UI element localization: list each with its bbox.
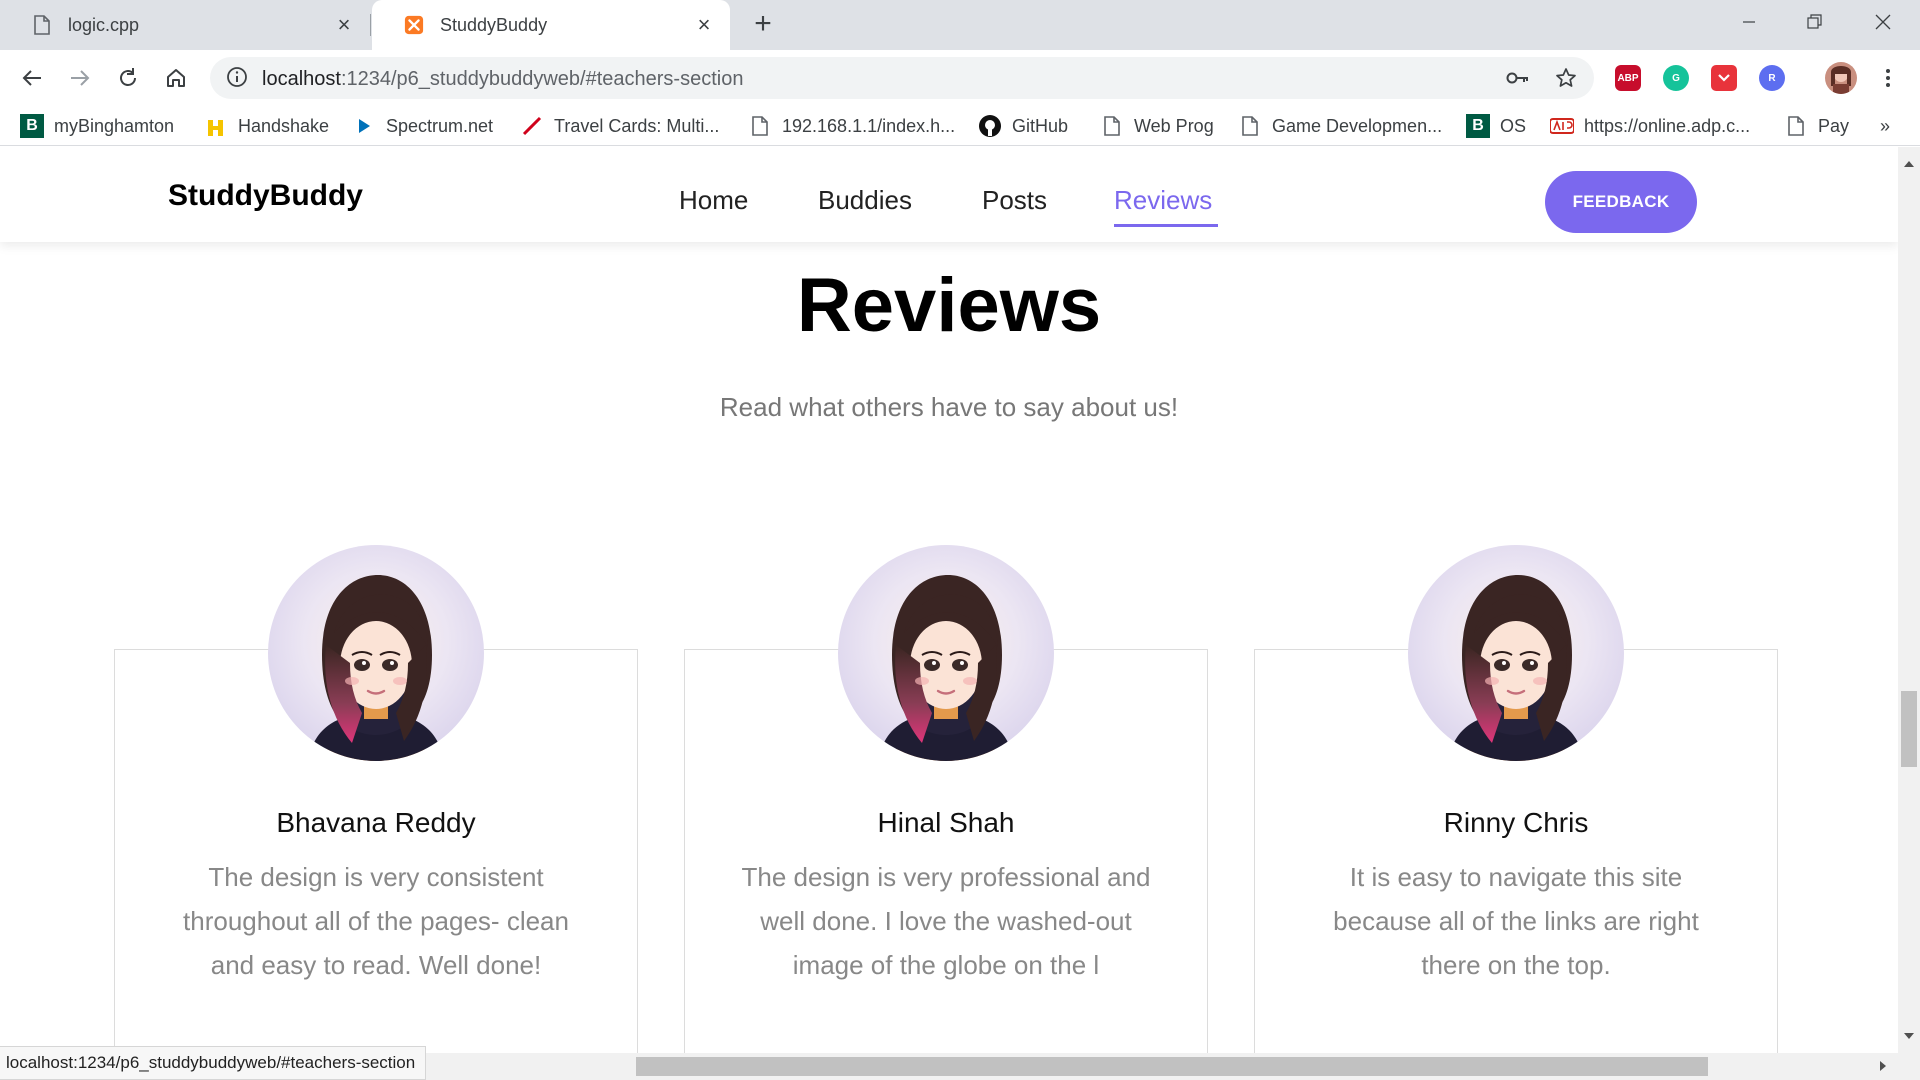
bookmark-travel-cards[interactable]: Travel Cards: Multi... <box>520 113 719 139</box>
bookmark-os[interactable]: B OS <box>1466 113 1526 139</box>
menu-kebab-icon[interactable] <box>1872 62 1904 94</box>
review-text: The design is very consistent throughout… <box>183 862 569 980</box>
nav-buddies[interactable]: Buddies <box>818 185 912 216</box>
back-icon[interactable] <box>16 62 48 94</box>
vertical-scroll-thumb[interactable] <box>1901 691 1917 767</box>
bookmark-handshake[interactable]: Handshake <box>204 113 329 139</box>
address-bar[interactable]: localhost:1234/p6_studdybuddyweb/#teache… <box>210 57 1594 99</box>
tab-title: logic.cpp <box>68 14 140 35</box>
nav-reviews[interactable]: Reviews <box>1114 185 1212 216</box>
nav-posts[interactable]: Posts <box>982 185 1047 216</box>
xampp-icon <box>404 13 424 37</box>
github-icon <box>978 114 1002 138</box>
file-icon <box>1100 114 1124 138</box>
reviews-subtitle: Read what others have to say about us! <box>719 392 1179 422</box>
close-icon[interactable]: × <box>692 13 716 37</box>
forward-icon[interactable] <box>64 62 96 94</box>
reload-icon[interactable] <box>112 62 144 94</box>
info-icon[interactable] <box>226 66 250 90</box>
file-icon <box>1784 114 1808 138</box>
restore-icon[interactable] <box>1782 0 1848 44</box>
site-header: StuddyBuddy Home Buddies Posts Reviews F… <box>0 147 1898 242</box>
profile-avatar[interactable] <box>1825 62 1857 94</box>
bookmark-pay[interactable]: Pay <box>1784 113 1849 139</box>
bookmark-router[interactable]: 192.168.1.1/index.h... <box>748 113 955 139</box>
handshake-icon <box>204 114 228 138</box>
page-viewport: StuddyBuddy Home Buddies Posts Reviews F… <box>0 147 1898 1053</box>
nav-active-underline <box>1114 224 1218 227</box>
binghamton-b-icon: B <box>20 114 44 138</box>
grammarly-icon[interactable]: G <box>1663 65 1689 91</box>
reviewer-avatar <box>1408 545 1624 761</box>
browser-toolbar: localhost:1234/p6_studdybuddyweb/#teache… <box>0 50 1920 106</box>
home-icon[interactable] <box>160 62 192 94</box>
address-url: localhost:1234/p6_studdybuddyweb/#teache… <box>262 68 744 90</box>
travel-check-icon <box>520 114 544 138</box>
bookmark-game-dev[interactable]: Game Developmen... <box>1238 113 1442 139</box>
reviewer-avatar <box>838 545 1054 761</box>
file-icon <box>748 114 772 138</box>
close-icon[interactable]: × <box>332 13 356 37</box>
reviewer-name: Bhavana Reddy <box>276 807 476 838</box>
pocket-icon[interactable] <box>1711 65 1737 91</box>
file-icon <box>32 13 52 37</box>
review-text: The design is very professional and well… <box>741 862 1151 980</box>
tab-divider <box>370 14 371 36</box>
reviews-title: Reviews <box>796 263 1102 348</box>
site-brand[interactable]: StuddyBuddy <box>168 179 363 213</box>
bookmark-spectrum[interactable]: Spectrum.net <box>352 113 493 139</box>
feedback-button[interactable]: FEEDBACK <box>1545 171 1697 233</box>
reviewer-name: Rinny Chris <box>1443 807 1589 838</box>
bookmarks-overflow-icon[interactable]: » <box>1880 116 1890 137</box>
binghamton-b-icon: B <box>1466 114 1490 138</box>
reviewer-name: Hinal Shah <box>877 807 1015 838</box>
tab-title: StuddyBuddy <box>440 14 548 35</box>
nav-home[interactable]: Home <box>679 185 748 216</box>
horizontal-scroll-thumb[interactable] <box>636 1057 1708 1076</box>
bookmark-adp[interactable]: https://online.adp.c... <box>1550 113 1750 139</box>
scroll-up-icon[interactable] <box>1904 161 1914 167</box>
star-icon[interactable] <box>1554 66 1578 90</box>
vertical-scrollbar[interactable] <box>1898 147 1920 1053</box>
status-bar-url: localhost:1234/p6_studdybuddyweb/#teache… <box>0 1046 427 1080</box>
tab-studdybuddy[interactable]: StuddyBuddy × <box>372 0 730 50</box>
file-icon <box>1238 114 1262 138</box>
reviewer-avatar <box>268 545 484 761</box>
new-tab-icon[interactable]: + <box>746 9 780 40</box>
bookmark-github[interactable]: GitHub <box>978 113 1068 139</box>
bookmark-mybinghamton[interactable]: B myBinghamton <box>20 113 174 139</box>
extension-r-icon[interactable]: R <box>1759 65 1785 91</box>
tab-strip: logic.cpp × StuddyBuddy × + <box>0 0 1920 50</box>
scroll-down-icon[interactable] <box>1904 1033 1914 1039</box>
tab-logic-cpp[interactable]: logic.cpp × <box>0 0 370 50</box>
bookmarks-bar: B myBinghamton Handshake Spectrum.net Tr… <box>0 106 1920 146</box>
minimize-icon[interactable] <box>1716 0 1782 44</box>
adp-icon <box>1550 114 1574 138</box>
spectrum-play-icon <box>352 114 376 138</box>
key-icon[interactable] <box>1506 66 1530 90</box>
window-close-icon[interactable] <box>1850 0 1916 44</box>
adblock-plus-icon[interactable]: ABP <box>1615 65 1641 91</box>
bookmark-web-prog[interactable]: Web Prog <box>1100 113 1214 139</box>
scroll-right-icon[interactable] <box>1880 1061 1886 1071</box>
review-text: It is easy to navigate this site because… <box>1333 862 1699 980</box>
